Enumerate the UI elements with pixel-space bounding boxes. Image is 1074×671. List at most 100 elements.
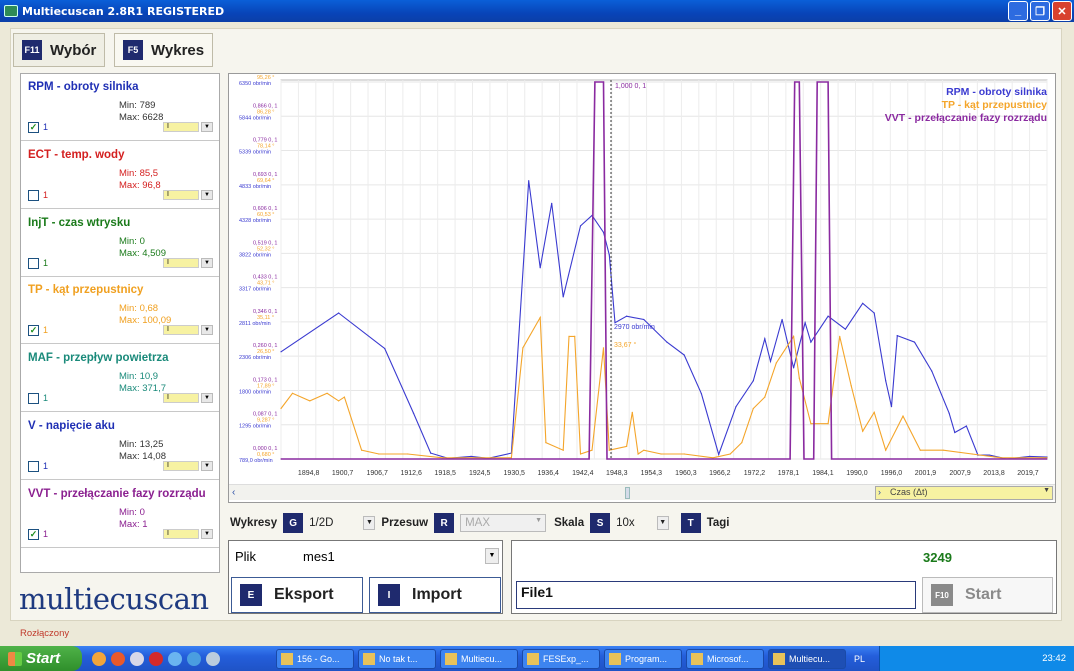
- data-point: [803, 458, 805, 460]
- chevron-down-icon[interactable]: ▼: [201, 122, 213, 132]
- taskbar-button[interactable]: FESExp_...: [522, 648, 600, 669]
- scroll-left-arrow[interactable]: ‹: [232, 487, 235, 498]
- tab-wybor[interactable]: F11 Wybór: [13, 33, 106, 67]
- chart-panel[interactable]: 0,952 0, 195,26 °6350 obr/min0,866 0, 18…: [228, 73, 1056, 503]
- start-button[interactable]: F10 Start: [922, 577, 1053, 613]
- tab-wykres[interactable]: F5 Wykres: [114, 33, 214, 67]
- skala-key[interactable]: S: [590, 513, 611, 533]
- chevron-down-icon[interactable]: ▼: [1043, 487, 1050, 494]
- scroll-right-arrow[interactable]: ›: [878, 487, 881, 497]
- wykresy-key[interactable]: G: [283, 513, 304, 533]
- taskbar-button[interactable]: Program...: [604, 648, 682, 669]
- signal-item[interactable]: MAF - przepływ powietrza Min: 10,9 Max: 37…: [21, 345, 219, 413]
- taskbar-button[interactable]: No tak t...: [358, 648, 436, 669]
- taskbar-button[interactable]: 156 - Go...: [276, 648, 354, 669]
- przesuw-select[interactable]: MAX ▼: [460, 514, 547, 532]
- tagi-key[interactable]: T: [680, 513, 701, 533]
- language-indicator[interactable]: PL: [854, 654, 865, 664]
- signal-checkbox[interactable]: ✓: [28, 325, 39, 337]
- quicklaunch-icon[interactable]: [111, 651, 125, 666]
- data-point: [470, 455, 472, 457]
- quicklaunch-icon[interactable]: [149, 651, 163, 666]
- chevron-down-icon[interactable]: ▼: [201, 257, 213, 268]
- signal-checkbox[interactable]: [28, 257, 39, 269]
- data-point: [551, 202, 553, 204]
- taskbar-button[interactable]: Multiecu...: [440, 648, 518, 669]
- minimize-button[interactable]: _: [1008, 1, 1028, 21]
- signal-checkbox[interactable]: [28, 189, 39, 201]
- data-point: [361, 449, 363, 451]
- chevron-down-icon[interactable]: ▼: [201, 189, 213, 200]
- signal-style-select[interactable]: I: [163, 393, 199, 404]
- plik-select[interactable]: mes1: [303, 549, 335, 564]
- signal-checkbox[interactable]: [28, 393, 39, 405]
- data-point: [764, 396, 766, 398]
- wykresy-dropdown[interactable]: ▼: [363, 516, 376, 530]
- signal-item[interactable]: RPM - obroty silnika Min: 789 Max: 6628 ✓ 1 I…: [21, 74, 219, 141]
- data-point: [873, 312, 875, 314]
- signal-style-select[interactable]: I: [163, 325, 199, 336]
- data-point: [280, 407, 282, 410]
- chevron-down-icon[interactable]: ▼: [201, 461, 213, 471]
- window-title: Multiecuscan 2.8R1 REGISTERED: [22, 4, 225, 18]
- data-point: [798, 81, 800, 83]
- chevron-down-icon[interactable]: ▼: [201, 325, 213, 336]
- signal-style-select[interactable]: I: [163, 122, 199, 132]
- time-axis-select[interactable]: › Czas (Δt) ▼: [875, 486, 1053, 500]
- close-button[interactable]: ✕: [1052, 1, 1072, 21]
- data-point: [562, 449, 564, 451]
- data-point: [1046, 458, 1048, 460]
- file-name-field[interactable]: File1: [516, 581, 916, 609]
- taskbar: Start 156 - Go... No tak t... Multiecu... F…: [0, 646, 1074, 671]
- signal-style-select[interactable]: I: [163, 461, 199, 471]
- plik-dropdown-icon[interactable]: ▼: [485, 548, 499, 564]
- import-button[interactable]: I Import: [369, 577, 501, 613]
- signal-checkbox[interactable]: [28, 461, 39, 472]
- quicklaunch-icon[interactable]: [92, 651, 106, 666]
- przesuw-key[interactable]: R: [434, 513, 455, 533]
- data-point: [384, 347, 386, 350]
- y-tick-label-rpm: 6350 obr/min: [239, 81, 271, 87]
- chevron-down-icon[interactable]: ▼: [201, 393, 213, 404]
- legend-vvt: VVT - przełączanie fazy rozrządu: [884, 112, 1047, 124]
- signal-item[interactable]: ECT - temp. wody Min: 85,5 Max: 96,8 1 I ▼: [21, 142, 219, 209]
- data-point: [862, 302, 864, 304]
- signal-item[interactable]: TP - kąt przepustnicy Min: 0,68 Max: 100,0…: [21, 277, 219, 345]
- taskbar-button[interactable]: Multiecu...: [768, 648, 846, 669]
- chevron-down-icon[interactable]: ▼: [201, 528, 213, 539]
- signal-item[interactable]: V - napięcie aku Min: 13,25 Max: 14,08 1 I ▼: [21, 413, 219, 480]
- file-panel: Plik mes1 ▼ E Eksport I Import: [228, 540, 503, 614]
- data-point: [844, 328, 847, 330]
- data-point: [594, 81, 596, 83]
- signal-min: Min: 0,68: [119, 303, 159, 315]
- eksport-button[interactable]: E Eksport: [231, 577, 363, 613]
- signal-axis-label: 1: [43, 122, 49, 132]
- signal-item[interactable]: VVT - przełączanie fazy rozrządu Min: 0 Ma…: [21, 481, 219, 548]
- data-point: [700, 393, 702, 395]
- skala-dropdown[interactable]: ▼: [656, 516, 669, 530]
- signal-max: Max: 6628: [119, 112, 164, 123]
- quicklaunch-icon[interactable]: [206, 651, 220, 666]
- chart-svg[interactable]: 0,952 0, 195,26 °6350 obr/min0,866 0, 18…: [229, 74, 1055, 484]
- signal-checkbox[interactable]: ✓: [28, 528, 39, 540]
- signal-style-select[interactable]: I: [163, 257, 199, 268]
- start-menu-button[interactable]: Start: [0, 646, 82, 671]
- signal-checkbox[interactable]: ✓: [28, 122, 39, 133]
- data-point: [813, 458, 815, 460]
- horizontal-scrollbar[interactable]: ‹ › Czas (Δt) ▼: [229, 484, 1055, 500]
- signal-style-select[interactable]: I: [163, 189, 199, 200]
- data-point: [602, 347, 605, 349]
- clock[interactable]: 23:42: [1042, 653, 1066, 664]
- maximize-button[interactable]: ❐: [1030, 1, 1050, 21]
- quicklaunch-icon[interactable]: [130, 651, 144, 666]
- data-point: [781, 318, 783, 321]
- taskbar-button[interactable]: Microsof...: [686, 648, 764, 669]
- data-point: [378, 453, 380, 455]
- scroll-thumb[interactable]: [625, 487, 630, 499]
- signal-item[interactable]: InjT - czas wtrysku Min: 0 Max: 4,509 1 I ▼: [21, 210, 219, 277]
- quicklaunch-icon[interactable]: [168, 651, 182, 666]
- signal-axis-label: 1: [43, 461, 49, 471]
- signal-style-select[interactable]: I: [163, 528, 199, 539]
- quicklaunch-icon[interactable]: [187, 651, 201, 666]
- data-point: [741, 442, 743, 444]
